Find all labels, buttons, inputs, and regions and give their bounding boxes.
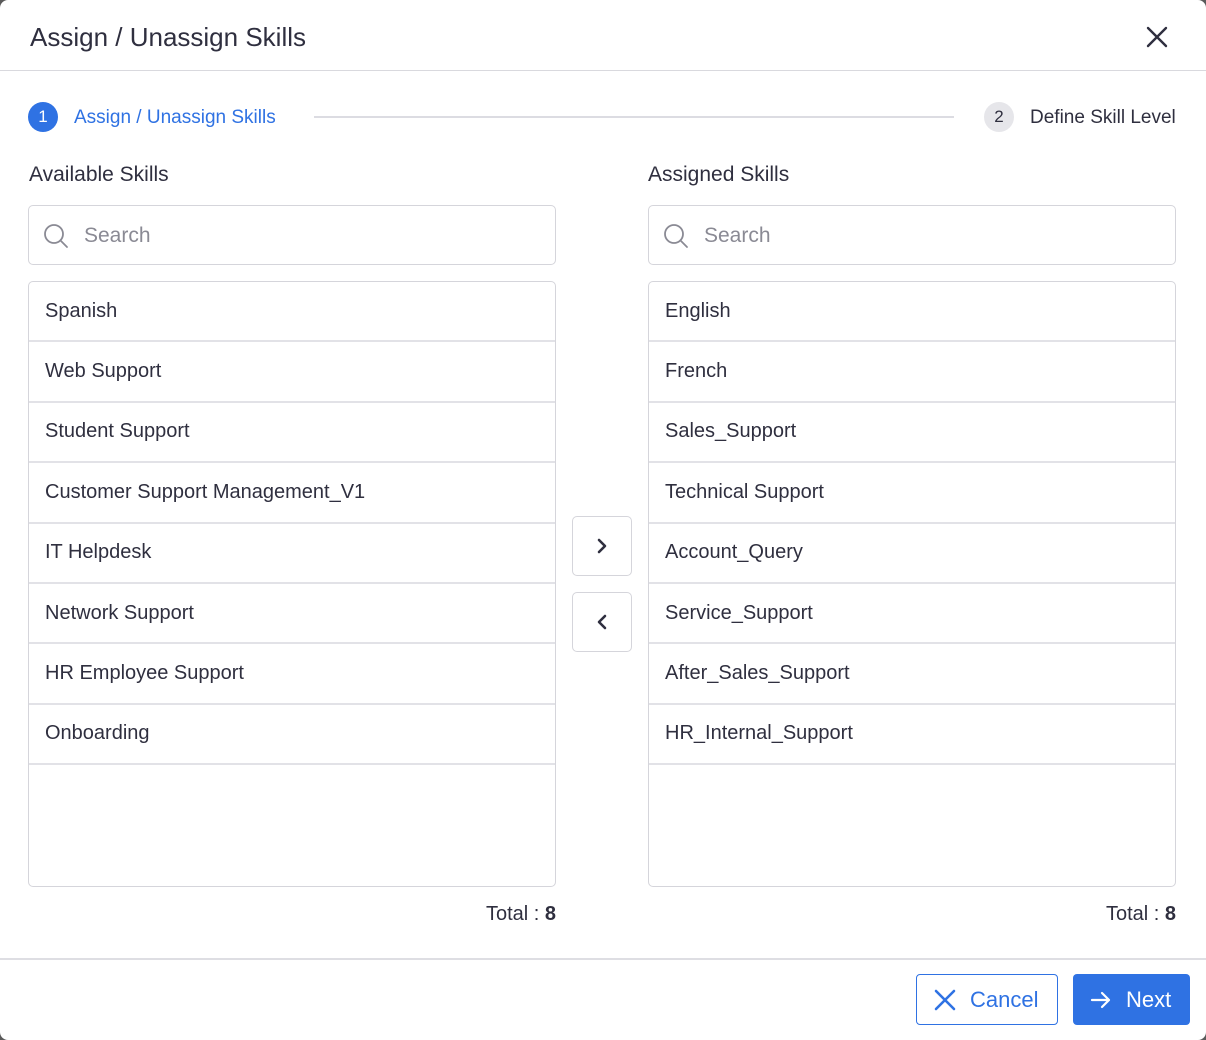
available-skills-list: Spanish Web Support Student Support Cust…	[28, 281, 556, 887]
stepper: 1 Assign / Unassign Skills 2 Define Skil…	[28, 102, 1176, 134]
list-item[interactable]: After_Sales_Support	[649, 644, 1175, 705]
list-item[interactable]: HR Employee Support	[29, 644, 555, 705]
available-total-value: 8	[544, 903, 556, 925]
close-icon	[1146, 26, 1168, 48]
list-item[interactable]: Technical Support	[649, 463, 1175, 524]
chevron-left-icon	[597, 614, 607, 630]
available-search-field[interactable]	[28, 205, 556, 265]
step-connector	[314, 116, 954, 118]
close-icon	[934, 989, 956, 1010]
next-label: Next	[1126, 986, 1172, 1012]
next-button[interactable]: Next	[1073, 974, 1190, 1025]
list-item[interactable]: Network Support	[29, 584, 555, 645]
list-item[interactable]: English	[649, 282, 1175, 343]
arrow-right-icon	[1090, 991, 1111, 1008]
assigned-skills-title: Assigned Skills	[648, 163, 790, 186]
assign-button[interactable]	[572, 516, 632, 576]
chevron-right-icon	[597, 538, 607, 554]
available-skills-title: Available Skills	[29, 163, 169, 186]
list-item[interactable]: HR_Internal_Support	[649, 705, 1175, 766]
step-label-2: Define Skill Level	[1030, 107, 1176, 128]
list-item[interactable]: Web Support	[29, 342, 555, 403]
available-search-input[interactable]	[82, 220, 526, 252]
assigned-skills-list: English French Sales_Support Technical S…	[648, 281, 1176, 887]
step-number-2: 2	[984, 102, 1014, 132]
assign-skills-dialog: Assign / Unassign Skills 1 Assign / Unas…	[0, 0, 1206, 1040]
dialog-title: Assign / Unassign Skills	[30, 22, 306, 52]
cancel-button[interactable]: Cancel	[916, 974, 1058, 1025]
available-total-label: Total :	[485, 903, 545, 925]
search-icon	[44, 224, 68, 248]
list-item[interactable]: Onboarding	[29, 705, 555, 766]
search-icon	[664, 224, 688, 248]
step-label-1: Assign / Unassign Skills	[74, 107, 276, 128]
dialog-header: Assign / Unassign Skills	[0, 0, 1206, 71]
list-item[interactable]: French	[649, 342, 1175, 403]
assigned-total: Total : 8	[876, 903, 1176, 926]
unassign-button[interactable]	[572, 592, 632, 652]
assigned-search-input[interactable]	[702, 220, 1146, 252]
list-item[interactable]: Sales_Support	[649, 403, 1175, 464]
list-item[interactable]: IT Helpdesk	[29, 524, 555, 584]
available-total: Total : 8	[256, 903, 556, 926]
list-item[interactable]: Service_Support	[649, 584, 1175, 645]
assigned-total-value: 8	[1164, 903, 1176, 925]
close-button[interactable]	[1146, 26, 1168, 48]
assigned-search-field[interactable]	[648, 205, 1176, 265]
list-item[interactable]: Account_Query	[649, 524, 1175, 584]
list-item[interactable]: Spanish	[29, 282, 555, 343]
list-item[interactable]: Customer Support Management_V1	[29, 463, 555, 524]
assigned-total-label: Total :	[1105, 903, 1165, 925]
step-number-1: 1	[28, 102, 58, 132]
list-item[interactable]: Student Support	[29, 403, 555, 464]
cancel-label: Cancel	[970, 986, 1039, 1012]
